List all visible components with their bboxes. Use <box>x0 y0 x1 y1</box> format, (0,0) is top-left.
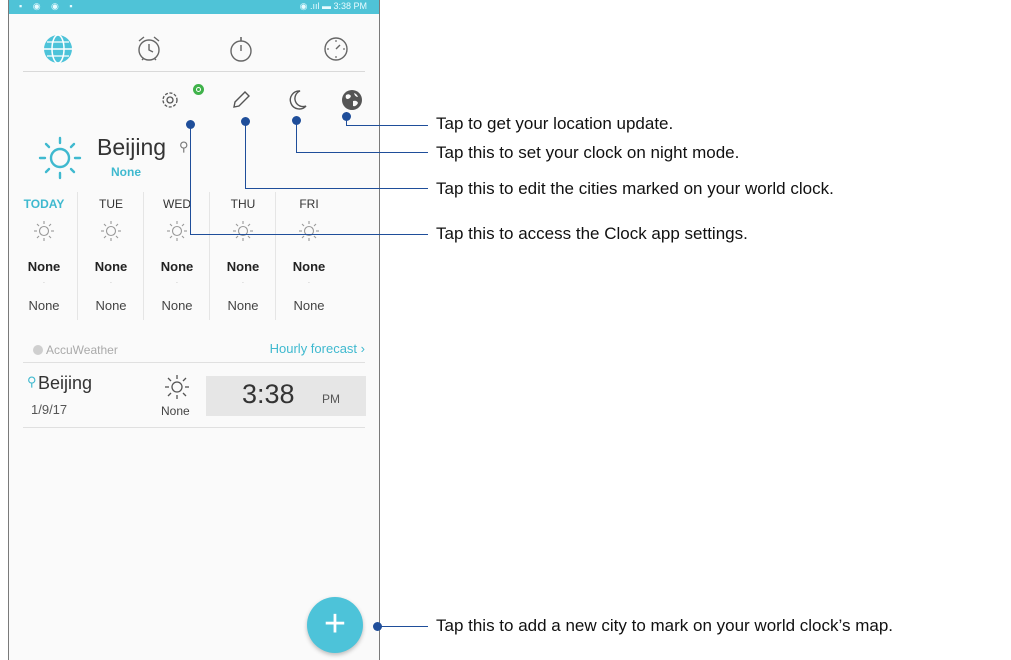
forecast-day-label: FRI <box>299 197 319 211</box>
night-mode-button[interactable] <box>285 87 311 113</box>
forecast-day-label: THU <box>230 197 256 211</box>
forecast-divider-dot: · <box>307 278 311 287</box>
divider <box>23 362 365 363</box>
forecast-day: THU None · None <box>209 192 276 320</box>
forecast-divider-dot: · <box>42 278 46 287</box>
forecast-day-label: WED <box>163 197 191 211</box>
tab-alarm[interactable] <box>132 32 166 66</box>
tab-divider <box>23 71 365 72</box>
sun-icon <box>34 221 54 241</box>
callout-add-text: Tap this to add a new city to mark on yo… <box>436 616 893 635</box>
forecast-day: TUE None · None <box>77 192 144 320</box>
callout-line <box>245 119 246 188</box>
forecast-low: None <box>95 298 127 313</box>
city-time-box: 3:38 PM <box>206 376 366 416</box>
forecast-low: None <box>293 298 325 313</box>
forecast-divider-dot: · <box>241 278 245 287</box>
clock-app-screen: ▪ ◉ ◉ ▪ ◉ .ııl ▬ 3:38 PM Beijing ⚲ None … <box>8 0 380 660</box>
sun-icon <box>299 221 319 241</box>
forecast-low: None <box>28 298 60 313</box>
add-city-button[interactable]: + <box>307 597 363 653</box>
city-row-name[interactable]: Beijing <box>38 373 92 394</box>
stopwatch-icon <box>230 37 252 62</box>
forecast-divider-dot: · <box>175 278 179 287</box>
sun-icon <box>167 221 187 241</box>
moon-icon <box>289 90 307 110</box>
city-row-condition: None <box>161 404 190 418</box>
forecast-high: None <box>94 259 128 274</box>
callout-line <box>190 122 191 234</box>
forecast-high: None <box>27 259 61 274</box>
forecast-high: None <box>226 259 260 274</box>
callout-edit-text: Tap this to edit the cities marked on yo… <box>436 179 834 198</box>
settings-button[interactable] <box>157 87 183 113</box>
sync-badge-icon <box>193 84 204 95</box>
callout-line <box>346 125 428 126</box>
callout-line <box>296 152 428 153</box>
accuweather-logo: AccuWeather <box>33 343 118 357</box>
forecast-divider-dot: · <box>109 278 113 287</box>
location-update-button[interactable] <box>339 87 365 113</box>
tab-timer[interactable] <box>319 32 353 66</box>
divider <box>23 427 365 428</box>
status-bar: ▪ ◉ ◉ ▪ ◉ .ııl ▬ 3:38 PM <box>9 0 379 14</box>
callout-settings-text: Tap this to access the Clock app setting… <box>436 224 748 243</box>
status-icons-right: ◉ .ııl ▬ 3:38 PM <box>299 1 367 11</box>
gear-icon <box>162 92 178 108</box>
location-pin-icon: ⚲ <box>179 139 189 154</box>
forecast-low: None <box>227 298 259 313</box>
world-clock-icon <box>44 34 72 64</box>
forecast-high: None <box>160 259 194 274</box>
forecast-low: None <box>161 298 193 313</box>
current-city-name: Beijing <box>97 134 167 160</box>
callout-night-text: Tap this to set your clock on night mode… <box>436 143 740 162</box>
callout-line <box>245 188 428 189</box>
callout-line <box>346 112 347 125</box>
sun-icon <box>101 221 121 241</box>
callout-line <box>190 234 428 235</box>
callout-line <box>377 626 428 627</box>
edit-cities-button[interactable] <box>228 87 254 113</box>
forecast-day: FRI None · None <box>275 192 342 320</box>
accuweather-label: AccuWeather <box>46 343 118 357</box>
forecast-day-label: TODAY <box>23 197 65 211</box>
status-icons-left: ▪ ◉ ◉ ▪ <box>19 1 77 11</box>
current-condition: None <box>111 165 141 179</box>
location-pin-icon: ⚲ <box>27 374 37 389</box>
city-row-date: 1/9/17 <box>31 402 68 417</box>
tab-stopwatch[interactable] <box>224 32 258 66</box>
forecast-high: None <box>292 259 326 274</box>
accuweather-sun-icon <box>33 345 43 355</box>
callout-line <box>296 118 297 152</box>
sun-icon <box>233 221 253 241</box>
forecast-day: TODAY None · None <box>11 192 77 320</box>
tab-world-clock[interactable] <box>41 32 75 66</box>
city-time: 3:38 <box>242 379 295 409</box>
tab-bar <box>9 14 379 72</box>
sun-icon <box>38 136 82 180</box>
city-time-ampm: PM <box>322 392 340 406</box>
alarm-icon <box>138 36 160 61</box>
callout-location-text: Tap to get your location update. <box>436 114 674 133</box>
globe-icon <box>342 90 362 110</box>
forecast-day-label: TUE <box>99 197 123 211</box>
hourly-forecast-link[interactable]: Hourly forecast › <box>270 341 365 356</box>
pencil-icon <box>233 91 250 108</box>
timer-icon <box>324 37 348 61</box>
forecast-day: WED None · None <box>143 192 210 320</box>
forecast-grid: TODAY None · None TUE None · None WED No… <box>9 192 379 322</box>
sun-icon <box>165 375 189 399</box>
